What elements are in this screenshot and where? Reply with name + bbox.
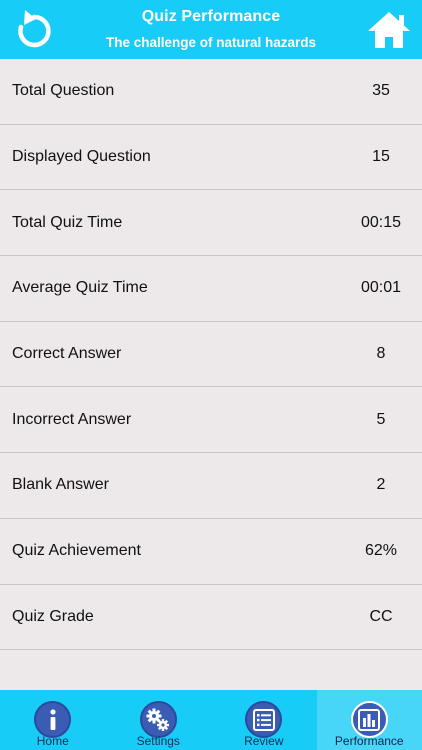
page-title: Quiz Performance [141, 8, 281, 25]
header-bar: Quiz Performance The challenge of natura… [0, 0, 422, 59]
stat-row-blank-answer: Blank Answer 2 [0, 453, 422, 519]
gears-icon [139, 701, 177, 738]
tab-label: Settings [136, 734, 180, 748]
tab-settings[interactable]: Settings [106, 690, 212, 750]
tab-performance[interactable]: Performance [316, 690, 422, 750]
stat-row-quiz-achievement: Quiz Achievement 62% [0, 519, 422, 585]
stat-value: 8 [376, 345, 386, 363]
tab-label: Home [36, 734, 69, 748]
stat-row-total-quiz-time: Total Quiz Time 00:15 [0, 190, 422, 257]
stat-value: CC [369, 607, 393, 625]
stat-value: 35 [372, 82, 390, 100]
info-icon [34, 701, 72, 738]
stat-value: 15 [372, 148, 390, 166]
stat-row-displayed-question: Displayed Question 15 [0, 125, 422, 191]
home-icon [368, 12, 410, 48]
home-button[interactable] [366, 10, 412, 50]
stat-row-incorrect-answer: Incorrect Answer 5 [0, 387, 422, 454]
stat-row-average-quiz-time: Average Quiz Time 00:01 [0, 256, 422, 322]
stat-row-quiz-grade: Quiz Grade CC [0, 585, 422, 651]
tab-label: Review [244, 734, 284, 748]
stat-value: 2 [376, 476, 386, 494]
stat-label: Quiz Grade [12, 607, 94, 625]
bottom-tab-bar: Home Settings Review Performance [0, 690, 422, 750]
stat-label: Quiz Achievement [12, 542, 141, 560]
quiz-performance-screen: Quiz Performance The challenge of natura… [0, 0, 422, 750]
tab-home[interactable]: Home [0, 690, 106, 750]
stat-row-total-question: Total Question 35 [0, 59, 422, 125]
stat-label: Displayed Question [12, 148, 151, 166]
stat-value: 00:01 [360, 279, 401, 297]
tab-label: Performance [334, 734, 404, 748]
bar-chart-icon [350, 701, 388, 738]
stat-label: Incorrect Answer [12, 410, 132, 428]
list-icon [245, 701, 283, 738]
stat-value: 00:15 [360, 213, 401, 231]
stat-row-correct-answer: Correct Answer 8 [0, 322, 422, 388]
stat-value: 62% [364, 542, 398, 560]
stat-value: 5 [376, 410, 386, 428]
stats-list: Total Question 35 Displayed Question 15 … [0, 59, 422, 651]
tab-review[interactable]: Review [211, 690, 317, 750]
stat-label: Correct Answer [12, 345, 122, 363]
stat-label: Average Quiz Time [12, 279, 148, 297]
stat-label: Blank Answer [12, 476, 109, 494]
page-subtitle: The challenge of natural hazards [105, 35, 317, 50]
stat-label: Total Question [12, 82, 115, 100]
stat-label: Total Quiz Time [12, 213, 123, 231]
